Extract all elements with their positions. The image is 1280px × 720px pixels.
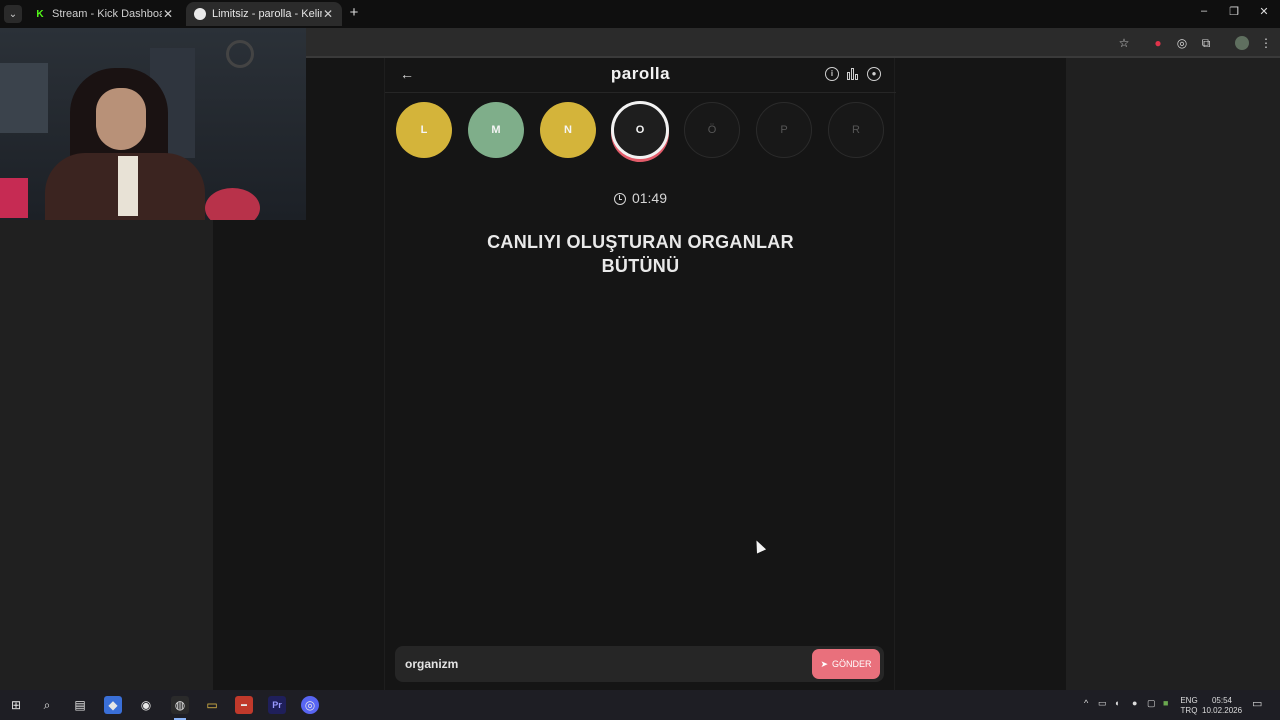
steam-icon[interactable]: ◉	[137, 696, 155, 714]
profile-avatar[interactable]	[1235, 36, 1249, 50]
clock-time: 05:54	[1211, 696, 1233, 705]
browser-tab-bar: ⌄ K Stream - Kick Dashboard ✕ Limitsiz -…	[0, 0, 1280, 28]
task-view-icon[interactable]: ▤	[71, 696, 89, 714]
stats-chart-icon[interactable]	[846, 67, 860, 81]
restore-button[interactable]: ❐	[1224, 5, 1244, 18]
tab-kick-dashboard[interactable]: K Stream - Kick Dashboard ✕	[26, 2, 182, 26]
tray-volume-icon[interactable]: ◖	[1114, 698, 1119, 708]
input-language[interactable]: ENG TRQ	[1178, 696, 1200, 716]
clock-icon	[613, 193, 626, 205]
voicemeeter-icon[interactable]: ▬	[235, 696, 253, 714]
webcam-person-shirt	[118, 156, 138, 216]
extensions-puzzle-icon[interactable]: ⧉	[1198, 35, 1214, 51]
search-icon[interactable]: ⌕	[38, 696, 56, 714]
address-bar[interactable]	[306, 32, 1106, 54]
question-line-2: BÜTÜNÜ	[601, 256, 680, 276]
chrome-icon[interactable]: ◍	[171, 696, 189, 714]
webcam-overlay	[0, 28, 306, 220]
letter-circle-L: L	[396, 102, 452, 158]
tray-app-icon[interactable]: ■	[1163, 698, 1168, 708]
keyboard-layout: TRQ	[1180, 706, 1198, 715]
minimize-button[interactable]: –	[1194, 5, 1214, 17]
tab-parolla[interactable]: Limitsiz - parolla - Kelime oyunu ✕	[186, 2, 342, 26]
discord-icon[interactable]: ◎	[301, 696, 319, 714]
letter-circle-M: M	[468, 102, 524, 158]
menu-kebab-icon[interactable]: ⋮	[1258, 35, 1274, 51]
tray-network-icon[interactable]: ▢	[1147, 698, 1156, 709]
language-code: ENG	[1180, 696, 1198, 705]
close-icon[interactable]: ✕	[162, 7, 174, 21]
letter-circle-O-current: O	[611, 101, 669, 159]
send-button[interactable]: ➤ GÖNDER	[812, 649, 880, 679]
parolla-icon	[194, 8, 206, 20]
webcam-wall-decor	[226, 40, 254, 68]
answer-form: ➤ GÖNDER	[395, 646, 884, 682]
premiere-pro-icon[interactable]: Pr	[268, 696, 286, 714]
notification-icon[interactable]: ▭	[1252, 697, 1262, 710]
info-icon[interactable]: i	[825, 67, 839, 81]
letter-circle-P: P	[756, 102, 812, 158]
app-header: ← parolla i ●	[385, 58, 896, 93]
tray-chevron-icon[interactable]: ^	[1084, 698, 1088, 708]
answer-input[interactable]	[405, 646, 805, 682]
user-profile-icon[interactable]: ●	[867, 67, 881, 81]
send-button-label: GÖNDER	[832, 659, 872, 669]
clock[interactable]: 05:54 10.02.2026	[1202, 696, 1242, 716]
letter-circle-R: R	[828, 102, 884, 158]
page-margin-left	[0, 220, 213, 690]
question-line-1: CANLIYI OLUŞTURAN ORGANLAR	[487, 232, 794, 252]
kick-icon: K	[36, 8, 44, 20]
windows-start-icon[interactable]: ⊞	[7, 696, 25, 714]
bookmark-star-icon[interactable]: ☆	[1116, 35, 1132, 51]
webcam-pillow	[205, 188, 260, 220]
tab-title: Limitsiz - parolla - Kelime oyunu	[212, 8, 322, 20]
new-tab-button[interactable]: +	[346, 5, 362, 21]
tray-microphone-icon[interactable]: ●	[1132, 698, 1137, 708]
letter-circle-O-umlaut: Ö	[684, 102, 740, 158]
close-window-button[interactable]: ✕	[1254, 5, 1274, 18]
page-margin-right	[1066, 58, 1280, 690]
webcam-shelf	[0, 63, 48, 133]
copilot-icon[interactable]: ◆	[104, 696, 122, 714]
tray-battery-icon[interactable]: ▭	[1098, 698, 1107, 709]
file-explorer-icon[interactable]: ▭	[203, 696, 221, 714]
send-arrow-icon: ➤	[820, 658, 829, 669]
extension-record-icon[interactable]: ●	[1150, 35, 1166, 51]
tab-search-chevron-icon[interactable]: ⌄	[4, 5, 22, 23]
close-icon[interactable]: ✕	[322, 7, 334, 21]
extension-circle-icon[interactable]: ◎	[1174, 35, 1190, 51]
parolla-game: ← parolla i ● L M N O Ö P R 01:49 CANLIY…	[384, 58, 896, 690]
question-text: CANLIYI OLUŞTURAN ORGANLAR BÜTÜNÜ	[435, 230, 846, 278]
letter-circles: L M N O Ö P R	[385, 100, 896, 162]
clock-date: 10.02.2026	[1202, 706, 1243, 715]
webcam-person-face	[96, 88, 146, 150]
timer-value: 01:49	[631, 190, 668, 206]
letter-circle-N: N	[540, 102, 596, 158]
tab-title: Stream - Kick Dashboard	[52, 8, 162, 20]
timer: 01:49	[385, 190, 896, 206]
webcam-red-object	[0, 178, 28, 218]
app-title: parolla	[610, 64, 671, 83]
taskbar: ⊞ ⌕ ▤ ◆ ◉ ◍ ▭ ▬ Pr ◎ ^ ▭ ◖ ● ▢ ■ ENG TRQ…	[0, 690, 1280, 720]
